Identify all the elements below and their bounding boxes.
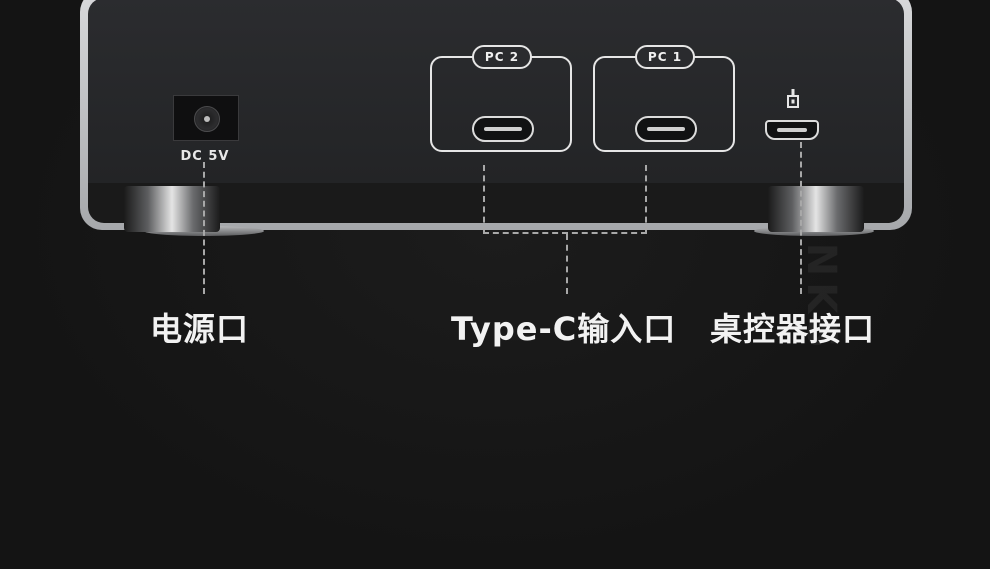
micro-usb-contact <box>777 128 807 132</box>
pc1-leader-line <box>645 165 647 233</box>
dc-voltage-label: DC 5V <box>180 149 230 164</box>
power-leader-line <box>203 162 205 294</box>
dc-jack-hole <box>194 106 220 132</box>
power-port-label: 电源口 <box>150 310 250 348</box>
controller-leader-line <box>800 142 802 294</box>
typec-bracket-line <box>483 232 647 234</box>
typec-leader-line <box>566 234 568 294</box>
controller-plug-icon <box>787 89 799 108</box>
pc2-usb-c-port <box>472 116 534 142</box>
right-foot <box>768 186 864 232</box>
controller-port-label: 桌控器接口 <box>710 310 876 348</box>
left-foot <box>124 186 220 232</box>
pc2-port-group: PC 2 <box>430 45 572 152</box>
product-diagram: 优联 ULINKS DC 5V PC 2 PC 1 <box>0 0 990 569</box>
usb-c-contact <box>484 127 522 131</box>
typec-input-label: Type-C输入口 <box>451 310 677 348</box>
pc2-tag: PC 2 <box>472 45 532 69</box>
usb-c-contact <box>647 127 685 131</box>
dc-power-jack <box>173 95 239 141</box>
pc1-usb-c-port <box>635 116 697 142</box>
pc1-port-group: PC 1 <box>593 45 735 152</box>
pc1-tag: PC 1 <box>635 45 695 69</box>
dc-jack-pin <box>204 116 210 122</box>
controller-micro-usb-port <box>765 120 819 140</box>
pc2-leader-line <box>483 165 485 233</box>
